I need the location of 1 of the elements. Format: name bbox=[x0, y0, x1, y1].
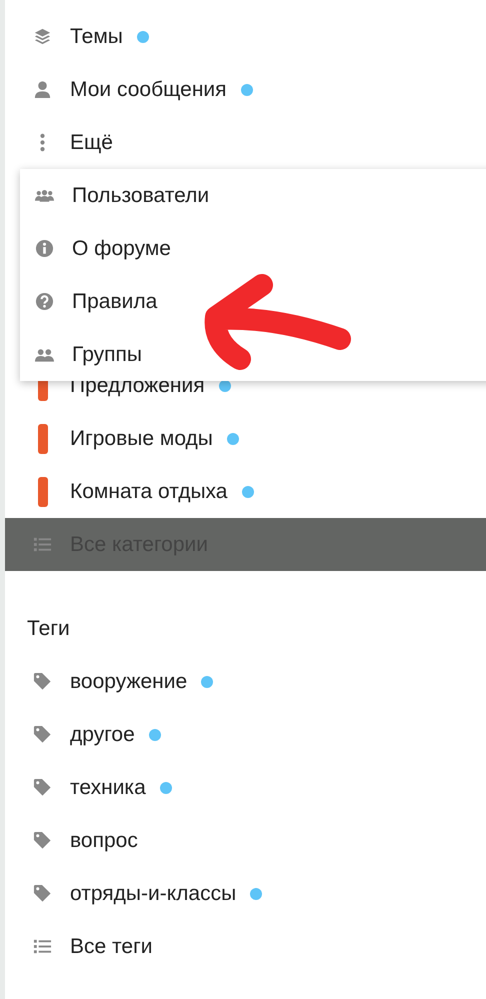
section-heading: Теги bbox=[27, 616, 71, 642]
